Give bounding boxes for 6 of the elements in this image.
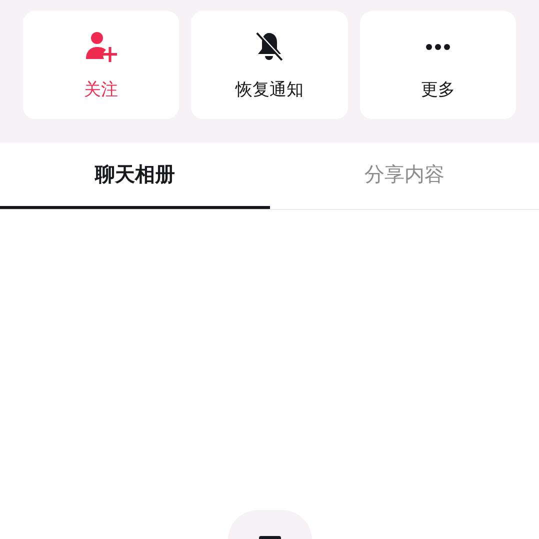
action-button[interactable]: 恢复通知 xyxy=(191,11,348,119)
add-user-icon xyxy=(84,31,118,63)
action-button[interactable]: 关注 xyxy=(23,11,180,119)
action-button[interactable]: 更多 xyxy=(360,11,516,119)
muted-bell-icon xyxy=(254,31,284,63)
more-icon xyxy=(424,43,451,51)
